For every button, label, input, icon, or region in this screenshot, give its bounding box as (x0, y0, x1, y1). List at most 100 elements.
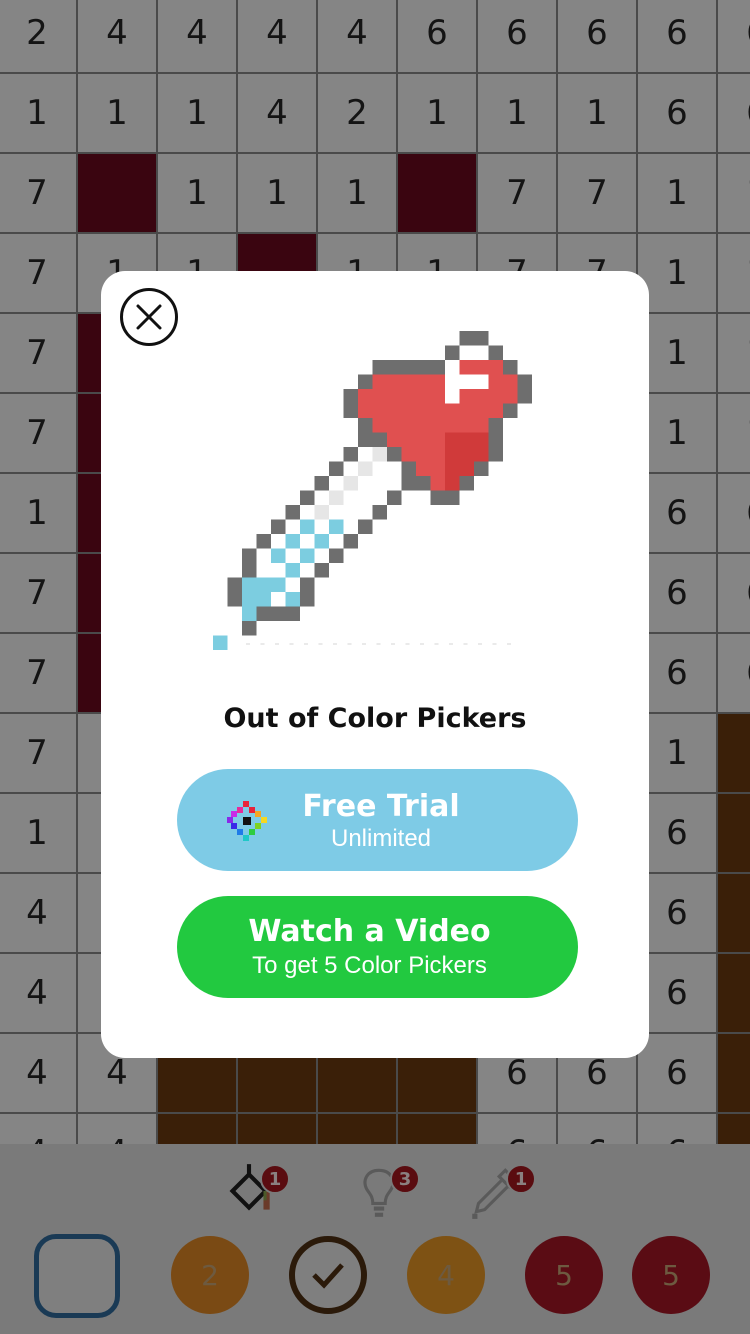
grid-cell[interactable]: 4 (78, 1114, 158, 1144)
grid-cell[interactable]: 7 (0, 714, 78, 794)
grid-cell[interactable]: 6 (478, 0, 558, 74)
grid-cell[interactable] (238, 1114, 318, 1144)
grid-cell[interactable]: 4 (0, 954, 78, 1034)
grid-cell[interactable]: 6 (638, 1114, 718, 1144)
grid-cell[interactable]: 6 (398, 0, 478, 74)
pixel (329, 490, 344, 505)
grid-cell[interactable]: 1 (238, 154, 318, 234)
grid-cell[interactable]: 1 (638, 234, 718, 314)
grid-cell[interactable]: 1 (0, 474, 78, 554)
grid-cell[interactable]: 7 (0, 634, 78, 714)
grid-cell[interactable]: 1 (398, 74, 478, 154)
pixel (285, 606, 300, 621)
grid-cell[interactable]: 1 (638, 154, 718, 234)
grid-cell[interactable] (158, 1114, 238, 1144)
color-swatch[interactable] (289, 1236, 367, 1314)
paint-bucket-tool[interactable]: 1 (214, 1158, 290, 1224)
grid-cell[interactable]: 2 (318, 74, 398, 154)
grid-cell[interactable]: 1 (0, 74, 78, 154)
grid-cell[interactable]: 6 (638, 634, 718, 714)
pixel (300, 592, 315, 607)
grid-cell[interactable]: 6 (638, 474, 718, 554)
grid-cell[interactable]: 7 (0, 394, 78, 474)
grid-cell[interactable]: 4 (0, 1114, 78, 1144)
grid-cell[interactable]: 2 (0, 0, 78, 74)
pixel (445, 418, 460, 433)
free-trial-button[interactable]: Free Trial Unlimited (177, 769, 578, 871)
grid-cell[interactable]: 6 (478, 1114, 558, 1144)
grid-cell[interactable]: 6 (638, 874, 718, 954)
pixel (401, 360, 416, 375)
grid-cell[interactable] (718, 794, 750, 874)
grid-cell[interactable]: 6 (638, 0, 718, 74)
grid-cell[interactable]: 1 (718, 314, 750, 394)
grid-cell[interactable] (398, 154, 478, 234)
free-trial-label: Free Trial (302, 789, 460, 824)
pixel (488, 447, 503, 462)
grid-cell[interactable]: 6 (718, 74, 750, 154)
grid-cell[interactable]: 6 (718, 474, 750, 554)
grid-cell[interactable]: 1 (318, 154, 398, 234)
grid-cell[interactable]: 1 (0, 794, 78, 874)
grid-cell[interactable]: 4 (0, 1034, 78, 1114)
grid-cell[interactable]: 7 (558, 154, 638, 234)
grid-cell[interactable]: 6 (638, 554, 718, 634)
grid-cell[interactable]: 6 (638, 794, 718, 874)
grid-cell[interactable]: 1 (478, 74, 558, 154)
grid-cell[interactable]: 6 (718, 634, 750, 714)
color-picker-tool[interactable]: 1 (460, 1158, 536, 1224)
watch-video-button[interactable]: Watch a Video To get 5 Color Pickers (177, 896, 578, 998)
grid-cell[interactable]: 1 (558, 74, 638, 154)
pixel (430, 418, 445, 433)
grid-cell[interactable] (78, 154, 158, 234)
dialog-title: Out of Color Pickers (223, 703, 527, 734)
pixel (416, 389, 431, 404)
grid-cell[interactable]: 4 (78, 0, 158, 74)
grid-cell[interactable]: 4 (238, 0, 318, 74)
hint-tool[interactable]: 3 (344, 1158, 420, 1224)
pixel (358, 519, 373, 534)
grid-cell[interactable]: 1 (638, 714, 718, 794)
grid-cell[interactable] (398, 1114, 478, 1144)
grid-cell[interactable]: 7 (0, 314, 78, 394)
grid-cell[interactable]: 7 (0, 554, 78, 634)
grid-cell[interactable]: 6 (638, 1034, 718, 1114)
grid-cell[interactable]: 1 (158, 154, 238, 234)
color-swatch[interactable]: 2 (171, 1236, 249, 1314)
grid-cell[interactable]: 1 (638, 394, 718, 474)
grid-cell[interactable]: 6 (558, 1114, 638, 1144)
grid-cell[interactable]: 7 (478, 154, 558, 234)
grid-cell[interactable]: 6 (638, 954, 718, 1034)
grid-cell[interactable] (718, 1034, 750, 1114)
grid-cell[interactable]: 1 (158, 74, 238, 154)
color-swatch[interactable]: 4 (407, 1236, 485, 1314)
grid-cell[interactable]: 7 (0, 154, 78, 234)
grid-cell[interactable]: 4 (238, 74, 318, 154)
grid-cell[interactable]: 1 (718, 234, 750, 314)
grid-cell[interactable]: 1 (718, 394, 750, 474)
grid-cell[interactable]: 4 (158, 0, 238, 74)
grid-cell[interactable] (718, 954, 750, 1034)
grid-cell[interactable] (318, 1114, 398, 1144)
color-swatch[interactable] (34, 1234, 120, 1318)
color-swatch[interactable]: 5 (525, 1236, 603, 1314)
pixel (343, 447, 358, 462)
grid-cell[interactable]: 7 (0, 234, 78, 314)
pixel (430, 447, 445, 462)
grid-cell[interactable] (718, 714, 750, 794)
grid-cell[interactable]: 4 (318, 0, 398, 74)
close-button[interactable] (120, 288, 178, 346)
pixel (372, 418, 387, 433)
grid-cell[interactable]: 1 (718, 154, 750, 234)
grid-cell[interactable] (718, 874, 750, 954)
grid-cell[interactable] (718, 1114, 750, 1144)
color-swatch[interactable]: 5 (632, 1236, 710, 1314)
grid-cell[interactable]: 6 (638, 74, 718, 154)
pixel (329, 461, 344, 476)
grid-cell[interactable]: 6 (558, 0, 638, 74)
grid-cell[interactable]: 1 (638, 314, 718, 394)
grid-cell[interactable]: 6 (718, 554, 750, 634)
grid-cell[interactable]: 4 (0, 874, 78, 954)
grid-cell[interactable]: 1 (78, 74, 158, 154)
grid-cell[interactable]: 6 (718, 0, 750, 74)
